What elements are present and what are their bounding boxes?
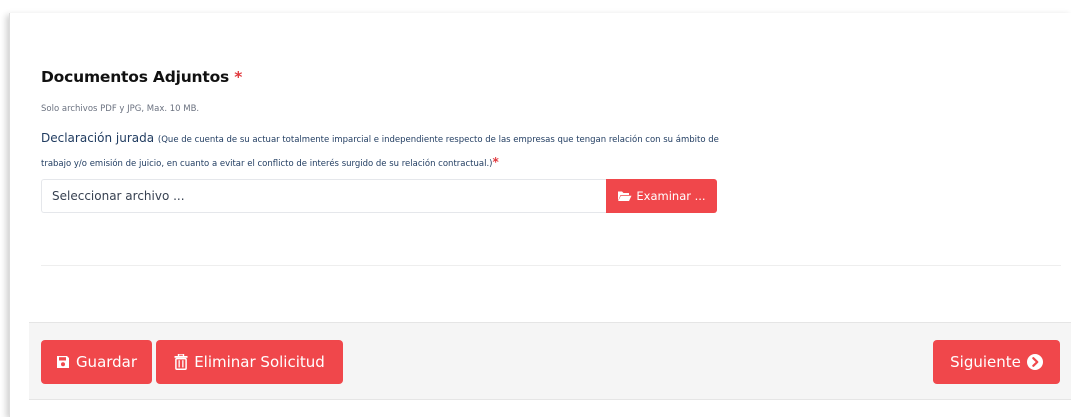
- browse-label: Examinar ...: [636, 189, 706, 203]
- file-upload-group: Seleccionar archivo ... Examinar ...: [41, 179, 717, 213]
- save-button[interactable]: Guardar: [41, 340, 152, 384]
- save-label: Guardar: [75, 353, 138, 371]
- browse-button[interactable]: Examinar ...: [606, 179, 717, 213]
- form-footer: Guardar Eliminar Solicitud Siguiente: [29, 322, 1071, 400]
- next-label: Siguiente: [950, 353, 1021, 371]
- trash-icon: [174, 354, 188, 370]
- divider: [41, 265, 1061, 266]
- field-required-mark: *: [492, 155, 499, 169]
- section-title: Documentos Adjuntos *: [41, 68, 242, 86]
- field-label: Declaración jurada (Que de cuenta de su …: [41, 127, 741, 175]
- form-card: Documentos Adjuntos * Solo archivos PDF …: [9, 13, 1071, 417]
- chevron-circle-right-icon: [1026, 354, 1043, 370]
- file-input[interactable]: Seleccionar archivo ...: [41, 179, 606, 213]
- required-mark: *: [234, 68, 243, 86]
- delete-label: Eliminar Solicitud: [194, 353, 325, 371]
- section-title-text: Documentos Adjuntos: [41, 68, 230, 86]
- file-hint: Solo archivos PDF y JPG, Max. 10 MB.: [41, 104, 200, 114]
- folder-open-icon: [617, 190, 632, 202]
- next-button[interactable]: Siguiente: [933, 340, 1060, 384]
- floppy-disk-icon: [56, 355, 70, 369]
- field-label-title: Declaración jurada: [41, 131, 155, 145]
- delete-request-button[interactable]: Eliminar Solicitud: [156, 340, 343, 384]
